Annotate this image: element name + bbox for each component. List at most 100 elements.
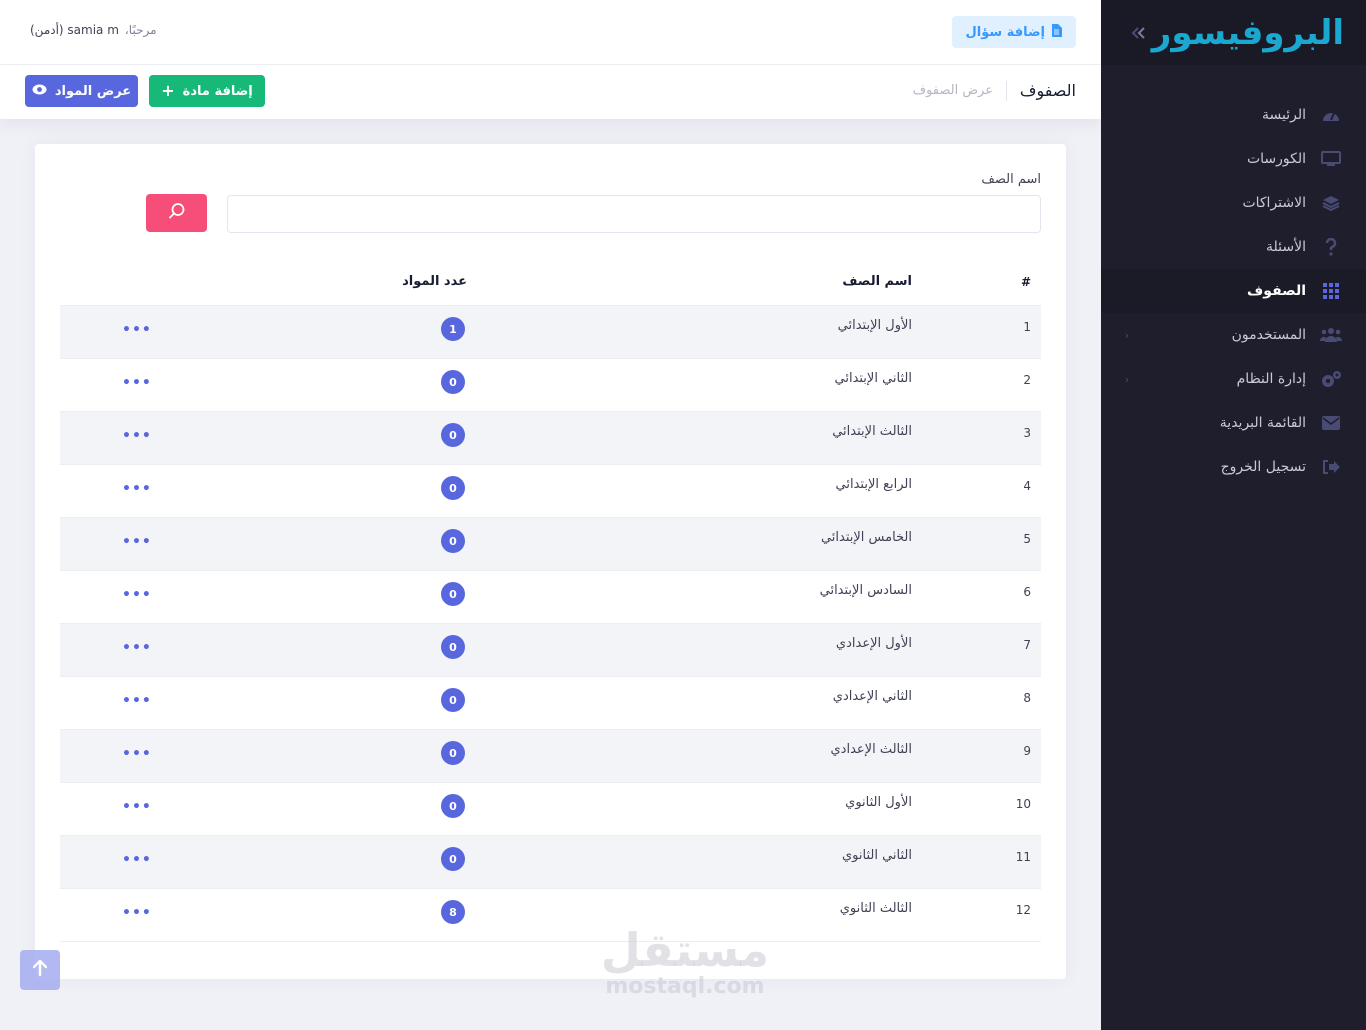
subject-count-badge: 8 [441,900,465,924]
row-actions-icon[interactable]: ••• [122,693,152,709]
table-row: 9 الثالث الإعدادي 0 ••• [60,730,1041,783]
scroll-top-button[interactable] [20,950,60,990]
users-icon [1320,324,1342,346]
monitor-icon [1320,148,1342,170]
row-actions-icon[interactable]: ••• [122,322,152,338]
class-name: الأول الإعدادي [835,636,912,651]
classes-table: # اسم الصف عدد المواد 1 الأول الإبتدائي 1 •… [60,262,1041,942]
row-actions-icon[interactable]: ••• [122,640,152,656]
class-name: الخامس الإبتدائي [820,530,912,545]
table-row: 6 السادس الإبتدائي 0 ••• [60,571,1041,624]
table-row: 12 الثالث الثانوي 8 ••• [60,889,1041,942]
search-button[interactable] [146,194,207,232]
table-row: 3 الثالث الإبتدائي 0 ••• [60,412,1041,465]
row-actions-icon[interactable]: ••• [122,375,152,391]
class-name: الأول الإبتدائي [837,318,912,333]
row-actions-icon[interactable]: ••• [122,852,152,868]
subheader-separator [1006,81,1007,101]
row-actions-icon[interactable]: ••• [122,534,152,550]
sidebar-item-2[interactable]: الكورسات [1101,137,1366,181]
sidebar-item-label: القائمة البريدية [1219,415,1306,431]
page-title: الصفوف [1019,81,1076,100]
sidebar-menu: الرئيسة الكورسات الاشتراكات الأسئلة الصفوف ال… [1101,93,1366,489]
subject-count-badge: 0 [441,370,465,394]
sidebar-item-5[interactable]: الصفوف [1101,269,1366,313]
row-number: 12 [1015,903,1031,917]
row-number: 4 [1023,479,1031,493]
view-subjects-label: عرض المواد [54,83,132,99]
chevron-left-icon: ‹ [1124,328,1130,342]
sidebar-item-1[interactable]: الرئيسة [1101,93,1366,137]
subject-count-badge: 1 [441,317,465,341]
view-subjects-button[interactable]: عرض المواد [25,75,138,107]
class-name: السادس الإبتدائي [819,583,912,598]
sidebar-item-3[interactable]: الاشتراكات [1101,181,1366,225]
sidebar-item-9[interactable]: تسجيل الخروج [1101,445,1366,489]
class-name: الثالث الإبتدائي [832,424,912,439]
subject-count-badge: 0 [441,423,465,447]
envelope-icon [1320,412,1342,434]
add-subject-button[interactable]: إضافة مادة + [149,75,265,107]
add-question-button[interactable]: إضافة سؤال [951,16,1076,48]
classes-card: اسم الصف # اسم الصف عدد المواد 1 الأول ال… [35,144,1066,979]
sidebar-item-label: الاشتراكات [1242,195,1306,211]
row-actions-icon[interactable]: ••• [122,799,152,815]
table-row: 10 الأول الثانوي 0 ••• [60,783,1041,836]
subject-count-badge: 0 [441,741,465,765]
table-row: 2 الثاني الإبتدائي 0 ••• [60,359,1041,412]
row-number: 3 [1023,426,1031,440]
gauge-icon [1320,104,1342,126]
class-name: الثاني الإبتدائي [834,371,913,386]
table-row: 11 الثاني الثانوي 0 ••• [60,836,1041,889]
page-subtitle: عرض الصفوف [912,83,993,98]
greeting-prefix: مرحبًا، [124,23,157,37]
subject-count-badge: 0 [441,847,465,871]
question-icon [1320,236,1342,258]
row-actions-icon[interactable]: ••• [122,481,152,497]
cogs-icon [1320,368,1342,390]
table-row: 8 الثاني الإعدادي 0 ••• [60,677,1041,730]
row-actions-icon[interactable]: ••• [122,905,152,921]
row-actions-icon[interactable]: ••• [122,428,152,444]
table-row: 7 الأول الإعدادي 0 ••• [60,624,1041,677]
subject-count-badge: 0 [441,476,465,500]
row-actions-icon[interactable]: ••• [122,746,152,762]
sidebar-item-6[interactable]: المستخدمون ‹ [1101,313,1366,357]
class-name: الرابع الإبتدائي [835,477,912,492]
sidebar-item-8[interactable]: القائمة البريدية [1101,401,1366,445]
row-number: 2 [1023,373,1031,387]
class-name: الثالث الثانوي [839,901,912,916]
column-header-number: # [1020,275,1031,289]
plus-icon: + [161,81,175,100]
sidebar-item-label: الرئيسة [1262,107,1306,123]
arrow-up-icon [32,959,48,980]
watermark: مستقل mostaql.com [600,925,770,999]
column-header-name: اسم الصف [842,274,912,289]
sidebar-item-label: تسجيل الخروج [1220,459,1306,475]
subject-count-badge: 0 [441,582,465,606]
class-name-search-input[interactable] [227,195,1041,233]
row-number: 6 [1023,585,1031,599]
row-actions-icon[interactable]: ••• [122,587,152,603]
layers-icon [1320,192,1342,214]
search-label: اسم الصف [981,172,1041,187]
table-row: 5 الخامس الإبتدائي 0 ••• [60,518,1041,571]
class-name: الثالث الإعدادي [830,742,913,757]
sidebar-item-7[interactable]: إدارة النظام ‹ [1101,357,1366,401]
subject-count-badge: 0 [441,688,465,712]
chevron-double-left-icon[interactable] [1127,22,1149,44]
sidebar-item-label: إدارة النظام [1236,371,1306,387]
sidebar-item-label: الكورسات [1246,151,1306,167]
chevron-left-icon: ‹ [1124,372,1130,386]
row-number: 8 [1023,691,1031,705]
grid-icon [1320,280,1342,302]
sidebar-item-4[interactable]: الأسئلة [1101,225,1366,269]
class-name: الثاني الإعدادي [832,689,912,704]
add-subject-label: إضافة مادة [182,83,253,99]
brand-logo[interactable]: البروفيسور [1152,13,1345,53]
user-greeting[interactable]: مرحبًا، samia m (أدمن) [30,23,157,37]
sidebar-item-label: المستخدمون [1231,327,1306,343]
subject-count-badge: 0 [441,529,465,553]
sign-out-icon [1320,456,1342,478]
watermark-latin: mostaql.com [605,974,765,999]
